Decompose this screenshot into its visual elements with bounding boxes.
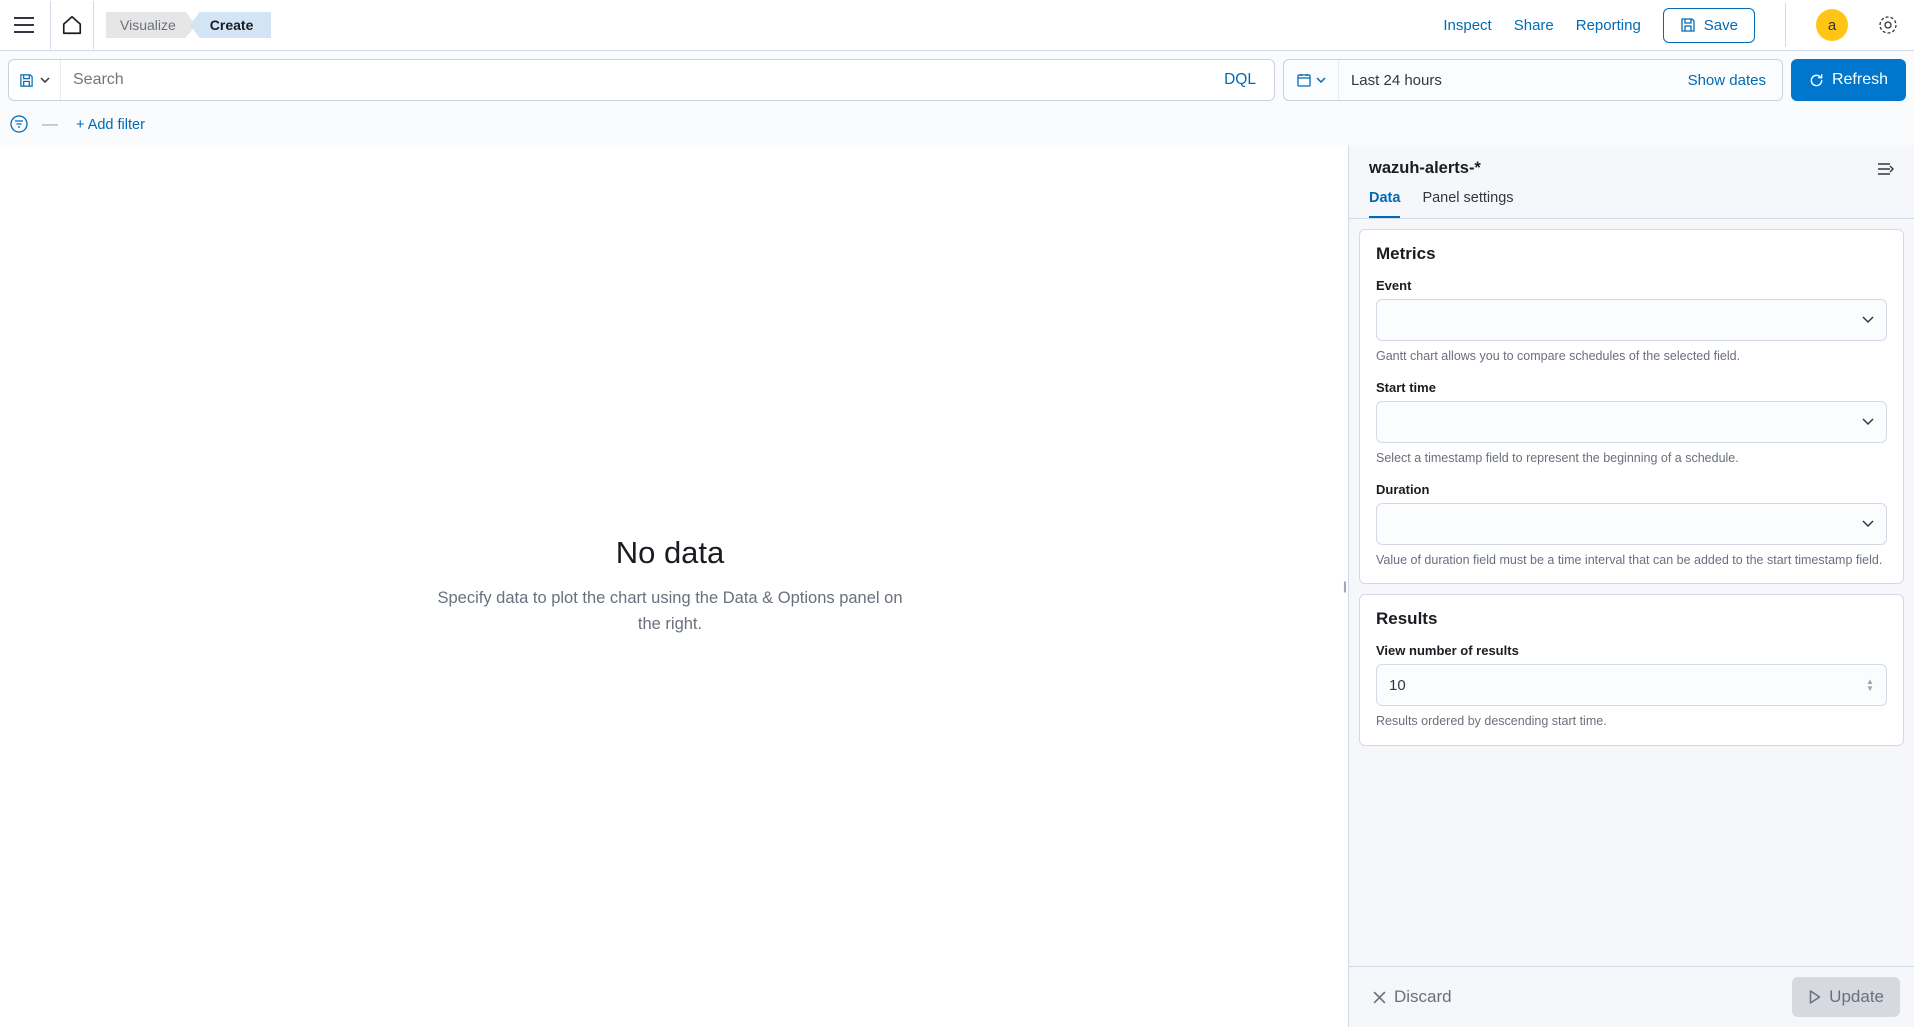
chevron-down-icon bbox=[40, 77, 50, 83]
start-time-field-select[interactable] bbox=[1376, 401, 1887, 443]
tab-panel-settings[interactable]: Panel settings bbox=[1422, 190, 1513, 218]
duration-field-help: Value of duration field must be a time i… bbox=[1376, 551, 1887, 570]
duration-field-label: Duration bbox=[1376, 482, 1887, 497]
options-panel: wazuh-alerts-* Data Panel settings Metri… bbox=[1348, 145, 1914, 1027]
filter-divider: — bbox=[42, 116, 58, 134]
breadcrumb-create: Create bbox=[190, 12, 272, 38]
duration-field-select[interactable] bbox=[1376, 503, 1887, 545]
save-icon bbox=[1680, 17, 1696, 33]
date-range-value[interactable]: Last 24 hours bbox=[1339, 72, 1672, 89]
search-input[interactable] bbox=[61, 60, 1206, 100]
calendar-icon bbox=[1296, 72, 1312, 88]
tab-data[interactable]: Data bbox=[1369, 190, 1400, 218]
results-section: Results View number of results 10 ▲▼ Res… bbox=[1359, 594, 1904, 746]
metrics-section: Metrics Event Gantt chart allows you to … bbox=[1359, 229, 1904, 584]
filter-options-icon[interactable] bbox=[10, 115, 30, 135]
save-button-label: Save bbox=[1704, 17, 1738, 34]
share-link[interactable]: Share bbox=[1514, 17, 1554, 34]
inspect-link[interactable]: Inspect bbox=[1443, 17, 1491, 34]
number-stepper[interactable]: ▲▼ bbox=[1866, 678, 1878, 692]
event-field-label: Event bbox=[1376, 278, 1887, 293]
start-time-field-help: Select a timestamp field to represent th… bbox=[1376, 449, 1887, 468]
save-button[interactable]: Save bbox=[1663, 8, 1755, 43]
user-avatar[interactable]: a bbox=[1816, 9, 1848, 41]
breadcrumb: Visualize Create bbox=[106, 12, 271, 38]
chevron-down-icon bbox=[1862, 418, 1874, 426]
discard-button-label: Discard bbox=[1394, 987, 1452, 1007]
add-filter-button[interactable]: + Add filter bbox=[70, 117, 145, 133]
panel-resize-handle[interactable]: || bbox=[1340, 145, 1348, 1027]
date-range-picker[interactable]: Last 24 hours Show dates bbox=[1283, 59, 1783, 101]
results-count-value: 10 bbox=[1389, 677, 1406, 694]
refresh-button-label: Refresh bbox=[1832, 71, 1888, 89]
collapse-panel-icon[interactable] bbox=[1876, 162, 1894, 176]
close-icon bbox=[1373, 991, 1386, 1004]
update-button[interactable]: Update bbox=[1792, 977, 1900, 1017]
results-count-label: View number of results bbox=[1376, 643, 1887, 658]
results-field-help: Results ordered by descending start time… bbox=[1376, 712, 1887, 731]
empty-state-title: No data bbox=[616, 535, 725, 571]
event-field-select[interactable] bbox=[1376, 299, 1887, 341]
empty-state-subtitle: Specify data to plot the chart using the… bbox=[430, 585, 910, 638]
divider bbox=[1785, 3, 1786, 47]
reporting-link[interactable]: Reporting bbox=[1576, 17, 1641, 34]
show-dates-link[interactable]: Show dates bbox=[1672, 72, 1782, 89]
start-time-field-label: Start time bbox=[1376, 380, 1887, 395]
home-button[interactable] bbox=[50, 1, 94, 49]
save-icon bbox=[19, 73, 34, 88]
nav-menu-button[interactable] bbox=[14, 13, 38, 37]
dql-toggle[interactable]: DQL bbox=[1206, 71, 1274, 89]
event-field-help: Gantt chart allows you to compare schedu… bbox=[1376, 347, 1887, 366]
refresh-button[interactable]: Refresh bbox=[1791, 59, 1906, 101]
breadcrumb-visualize[interactable]: Visualize bbox=[106, 12, 196, 38]
chevron-down-icon bbox=[1316, 77, 1326, 83]
play-icon bbox=[1808, 990, 1821, 1004]
metrics-section-title: Metrics bbox=[1376, 244, 1887, 264]
calendar-button[interactable] bbox=[1284, 60, 1339, 100]
chevron-down-icon bbox=[1862, 520, 1874, 528]
results-section-title: Results bbox=[1376, 609, 1887, 629]
help-icon[interactable] bbox=[1878, 15, 1898, 35]
update-button-label: Update bbox=[1829, 987, 1884, 1007]
results-count-input[interactable]: 10 ▲▼ bbox=[1376, 664, 1887, 706]
saved-queries-button[interactable] bbox=[9, 59, 61, 101]
refresh-icon bbox=[1809, 73, 1824, 88]
visualization-canvas: No data Specify data to plot the chart u… bbox=[0, 145, 1340, 1027]
index-pattern-title[interactable]: wazuh-alerts-* bbox=[1369, 159, 1481, 178]
chevron-down-icon bbox=[1862, 316, 1874, 324]
discard-button[interactable]: Discard bbox=[1363, 979, 1462, 1015]
